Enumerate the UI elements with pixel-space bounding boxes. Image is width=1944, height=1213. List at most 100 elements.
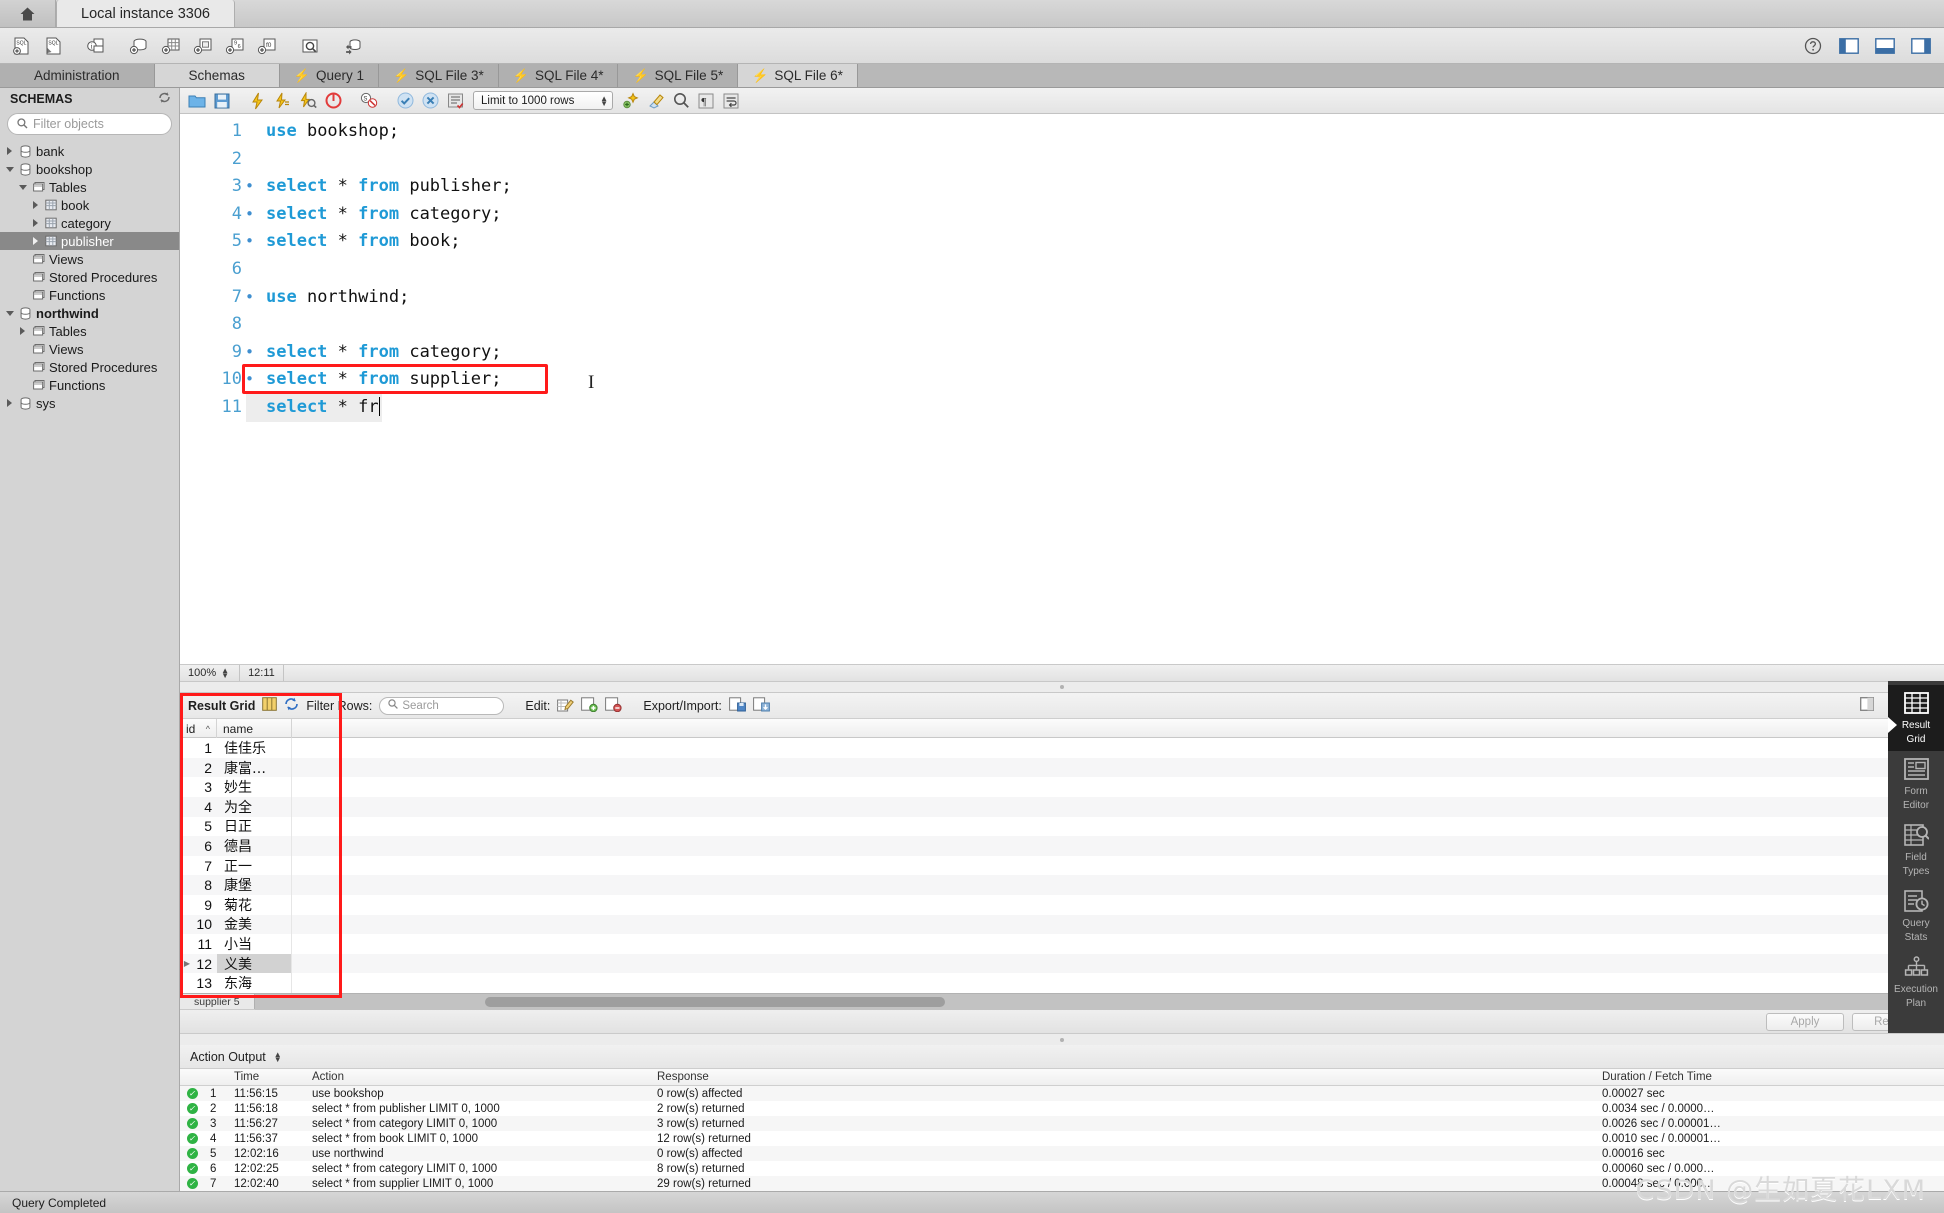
execute-script-icon[interactable] (247, 90, 269, 112)
commit-icon[interactable] (394, 90, 416, 112)
instance-tab[interactable]: Local instance 3306 (56, 0, 235, 27)
table-row[interactable]: 10 金美 (180, 914, 1944, 935)
chevron-right-icon[interactable] (30, 237, 41, 245)
chevron-down-icon[interactable] (4, 166, 15, 172)
apply-button[interactable]: Apply (1766, 1012, 1844, 1031)
cell-id[interactable]: 7 (194, 856, 217, 876)
tree-item-category[interactable]: category (0, 214, 179, 232)
filter-objects-input[interactable] (33, 117, 153, 131)
grid-view-icon[interactable] (262, 697, 278, 714)
filter-rows-input[interactable]: Search (379, 696, 505, 715)
stop-execution-icon[interactable] (322, 90, 344, 112)
tree-item-stored-procedures[interactable]: Stored Procedures (0, 268, 179, 286)
code-line[interactable]: select * from category; (246, 201, 1944, 229)
result-grid[interactable]: id ^ name 1 佳佳乐 2 康富… 3 妙生 4 为全 5 日正 6 德昌 7 正一 8 康堡 9 菊花 1… (180, 719, 1944, 993)
result-set-tab[interactable]: supplier 5 (180, 994, 255, 1009)
cell-name[interactable]: 佳佳乐 (217, 738, 292, 758)
table-row[interactable]: 11 小当 (180, 934, 1944, 954)
find-icon[interactable] (670, 90, 692, 112)
cell-name[interactable]: 正一 (217, 855, 292, 876)
cell-name[interactable]: 日正 (217, 816, 292, 837)
cell-id[interactable]: 13 (194, 973, 217, 993)
chevron-right-icon[interactable] (30, 219, 41, 227)
tree-item-book[interactable]: book (0, 196, 179, 214)
code-line[interactable]: select * from category; (246, 339, 1944, 367)
tree-item-sys[interactable]: sys (0, 394, 179, 412)
tree-item-tables[interactable]: Tables (0, 178, 179, 196)
chevron-right-icon[interactable] (4, 147, 15, 155)
code-line[interactable]: use northwind; (246, 284, 1944, 312)
action-output-row[interactable]: 1 11:56:15 use bookshop 0 row(s) affected 0.… (180, 1086, 1944, 1101)
export-recordset-icon[interactable] (729, 697, 746, 715)
cell-id[interactable]: 11 (194, 934, 217, 954)
result-grid-hscrollbar[interactable] (254, 993, 1944, 1010)
tree-item-bank[interactable]: bank (0, 142, 179, 160)
wrap-lines-icon[interactable] (720, 90, 742, 112)
response-column-header[interactable]: Response (651, 1069, 1596, 1085)
refresh-icon[interactable] (158, 91, 171, 107)
zoom-level[interactable]: 100% ▲ ▼ (180, 664, 241, 682)
tab-sql-file-3[interactable]: ⚡ SQL File 3* (379, 64, 499, 87)
delete-row-icon[interactable] (605, 697, 622, 715)
insert-row-icon[interactable] (581, 697, 598, 715)
rollback-icon[interactable] (419, 90, 441, 112)
cell-id[interactable]: 2 (194, 758, 217, 778)
clear-context-icon[interactable] (645, 90, 667, 112)
new-procedure-icon[interactable]: 96 (220, 31, 250, 61)
code-line[interactable] (246, 256, 1944, 284)
cell-name[interactable]: 金美 (217, 914, 292, 935)
action-output-row[interactable]: 4 11:56:37 select * from book LIMIT 0, 100… (180, 1131, 1944, 1146)
tab-sql-file-6[interactable]: ⚡ SQL File 6* (738, 64, 858, 87)
table-row[interactable]: 9 菊花 (180, 895, 1944, 915)
code-line[interactable]: select * from book; (246, 228, 1944, 256)
filter-objects-box[interactable] (7, 113, 172, 135)
table-row[interactable]: 6 德昌 (180, 836, 1944, 856)
search-data-icon[interactable] (295, 31, 325, 61)
cell-name[interactable]: 东海 (217, 973, 292, 993)
column-header-id[interactable]: id ^ (180, 719, 217, 739)
table-row[interactable]: 4 为全 (180, 797, 1944, 817)
chevron-right-icon[interactable] (17, 327, 28, 335)
tree-item-views[interactable]: Views (0, 250, 179, 268)
tree-item-tables[interactable]: Tables (0, 322, 179, 340)
cell-name[interactable]: 菊花 (217, 895, 292, 915)
tree-item-functions[interactable]: Functions (0, 376, 179, 394)
toggle-output-icon[interactable] (1870, 31, 1900, 61)
table-row[interactable]: 3 妙生 (180, 777, 1944, 798)
cell-name[interactable]: 妙生 (217, 777, 292, 798)
chevron-right-icon[interactable] (30, 201, 41, 209)
open-sql-script-icon[interactable]: SQL (38, 31, 68, 61)
wrap-cell-content-icon[interactable] (1860, 697, 1874, 714)
home-button[interactable] (0, 0, 56, 27)
cell-id[interactable]: 10 (194, 915, 217, 935)
table-row[interactable]: 2 康富… (180, 757, 1944, 778)
explain-statement-icon[interactable] (297, 90, 319, 112)
autocommit-icon[interactable] (444, 90, 466, 112)
import-recordset-icon[interactable] (753, 697, 770, 715)
code-line[interactable] (246, 311, 1944, 339)
cell-id[interactable]: 9 (194, 895, 217, 915)
new-sql-tab-icon[interactable]: SQL (6, 31, 36, 61)
toggle-invisible-chars-icon[interactable]: ¶ (695, 90, 717, 112)
results-splitter[interactable] (180, 681, 1944, 694)
field-types-view-button[interactable]: Field Types (1888, 817, 1944, 883)
refresh-grid-icon[interactable] (284, 697, 299, 714)
new-table-icon[interactable] (156, 31, 186, 61)
column-header-name[interactable]: name (217, 719, 292, 739)
code-line[interactable]: select * fr (246, 393, 382, 422)
cell-id[interactable]: 5 (194, 817, 217, 837)
new-view-icon[interactable] (188, 31, 218, 61)
table-row[interactable]: 13 东海 (180, 973, 1944, 993)
beautify-sql-icon[interactable] (620, 90, 642, 112)
chevron-down-icon[interactable] (17, 184, 28, 190)
tree-item-publisher[interactable]: publisher (0, 232, 179, 250)
table-row[interactable]: 5 日正 (180, 816, 1944, 837)
new-function-icon[interactable]: f0 (252, 31, 282, 61)
table-row[interactable]: 7 正一 (180, 855, 1944, 876)
cell-id[interactable]: 12 (194, 954, 217, 974)
code-line[interactable]: select * from publisher; (246, 173, 1944, 201)
cell-id[interactable]: 8 (194, 875, 217, 895)
query-stats-view-button[interactable]: Query Stats (1888, 883, 1944, 949)
cell-name[interactable]: 康富… (217, 757, 292, 778)
tree-item-functions[interactable]: Functions (0, 286, 179, 304)
